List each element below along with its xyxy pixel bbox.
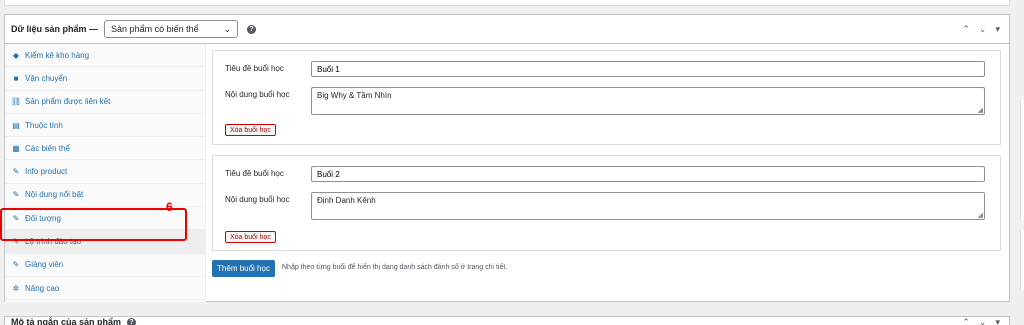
tab-attributes[interactable]: ▤ Thuộc tính — [5, 114, 205, 138]
tab-advanced[interactable]: ✲ Nâng cao — [5, 277, 205, 301]
delete-lesson-button[interactable]: Xóa buổi học — [225, 124, 276, 136]
tab-variations[interactable]: ▦ Các biến thể — [5, 137, 205, 161]
product-data-tabs: ◆ Kiểm kê kho hàng ■ Vận chuyển ⛓ Sản phẩm … — [5, 44, 206, 302]
diamond-icon: ◆ — [12, 50, 20, 60]
toggle-panel-icon[interactable]: ▾ — [995, 24, 1000, 35]
move-down-icon[interactable]: ⌄ — [979, 317, 987, 325]
chevron-down-icon: ⌄ — [223, 23, 232, 34]
wrench-icon: ✎ — [12, 190, 20, 200]
tab-label: Info product — [25, 167, 68, 177]
wrench-icon: ✎ — [12, 167, 20, 177]
metabox-header: Dữ liệu sản phẩm — Sản phẩm có biến thể … — [5, 15, 1009, 44]
link-icon: ⛓ — [10, 97, 22, 107]
move-up-icon[interactable]: ⌃ — [962, 24, 970, 35]
lesson-content-label: Nội dung buổi học — [225, 90, 290, 99]
tab-label: Kiểm kê kho hàng — [25, 50, 90, 60]
resize-handle-icon[interactable]: ◢ — [978, 106, 983, 114]
tab-highlights[interactable]: ✎ Nội dung nổi bật — [5, 184, 205, 208]
move-down-icon[interactable]: ⌄ — [979, 24, 987, 35]
tab-label: Các biến thể — [25, 143, 70, 153]
lesson-content-value: Định Danh Kênh — [317, 196, 376, 205]
annotation-step-number: 6 — [166, 200, 173, 214]
lesson-title-input[interactable] — [311, 61, 985, 77]
previous-metabox-edge — [4, 0, 1010, 6]
lesson-panel: Tiêu đề buổi học Nội dung buổi học Định … — [212, 155, 1001, 251]
add-lesson-button[interactable]: Thêm buổi học — [212, 260, 275, 277]
tab-label: Nâng cao — [25, 283, 60, 293]
lesson-title-label: Tiêu đề buổi học — [225, 169, 284, 178]
lesson-content-value: Big Why & Tầm Nhìn — [317, 91, 392, 100]
tab-shipping[interactable]: ■ Vận chuyển — [5, 67, 205, 91]
side-metabox-edge — [1020, 100, 1024, 220]
lesson-title-label: Tiêu đề buổi học — [225, 64, 284, 73]
add-lesson-hint: Nhập theo từng buổi để hiển thị dạng dan… — [282, 264, 508, 271]
grid-icon: ▦ — [12, 143, 20, 153]
short-description-metabox: Mô tả ngắn của sản phẩm ? ⌃ ⌄ ▾ — [4, 316, 1010, 325]
lesson-title-input[interactable] — [311, 166, 985, 182]
lesson-content-textarea[interactable]: Big Why & Tầm Nhìn ◢ — [311, 87, 985, 115]
tab-label: Nội dung nổi bật — [25, 190, 84, 200]
help-icon[interactable]: ? — [247, 24, 257, 34]
side-metabox-edge — [1020, 230, 1024, 290]
truck-icon: ■ — [13, 73, 19, 83]
annotation-highlight-box — [0, 208, 187, 241]
resize-handle-icon[interactable]: ◢ — [978, 211, 983, 219]
tab-label: Giảng viên — [25, 260, 64, 270]
tab-label: Vận chuyển — [25, 73, 68, 83]
move-up-icon[interactable]: ⌃ — [962, 317, 970, 325]
metabox-title: Dữ liệu sản phẩm — — [11, 24, 99, 34]
list-icon: ▤ — [12, 120, 20, 130]
help-icon[interactable]: ? — [127, 317, 137, 325]
lesson-content-textarea[interactable]: Định Danh Kênh ◢ — [311, 192, 985, 220]
tab-label: Thuộc tính — [25, 120, 63, 130]
lesson-panel: Tiêu đề buổi học Nội dung buổi học Big W… — [212, 50, 1001, 145]
tab-label: Sản phẩm được liên kết — [25, 97, 111, 107]
short-description-title: Mô tả ngắn của sản phẩm — [11, 317, 122, 325]
product-type-select[interactable]: Sản phẩm có biến thể ⌄ — [104, 20, 239, 38]
tab-info-product[interactable]: ✎ Info product — [5, 160, 205, 184]
toggle-panel-icon[interactable]: ▾ — [995, 317, 1000, 325]
tab-instructors[interactable]: ✎ Giảng viên — [5, 254, 205, 277]
wrench-icon: ✎ — [12, 260, 20, 270]
tab-linked-products[interactable]: ⛓ Sản phẩm được liên kết — [5, 91, 205, 114]
lesson-content-label: Nội dung buổi học — [225, 195, 290, 204]
delete-lesson-button[interactable]: Xóa buổi học — [225, 231, 276, 243]
product-type-value: Sản phẩm có biến thể — [111, 24, 199, 34]
gear-icon: ✲ — [12, 283, 20, 293]
tab-inventory[interactable]: ◆ Kiểm kê kho hàng — [5, 44, 205, 68]
